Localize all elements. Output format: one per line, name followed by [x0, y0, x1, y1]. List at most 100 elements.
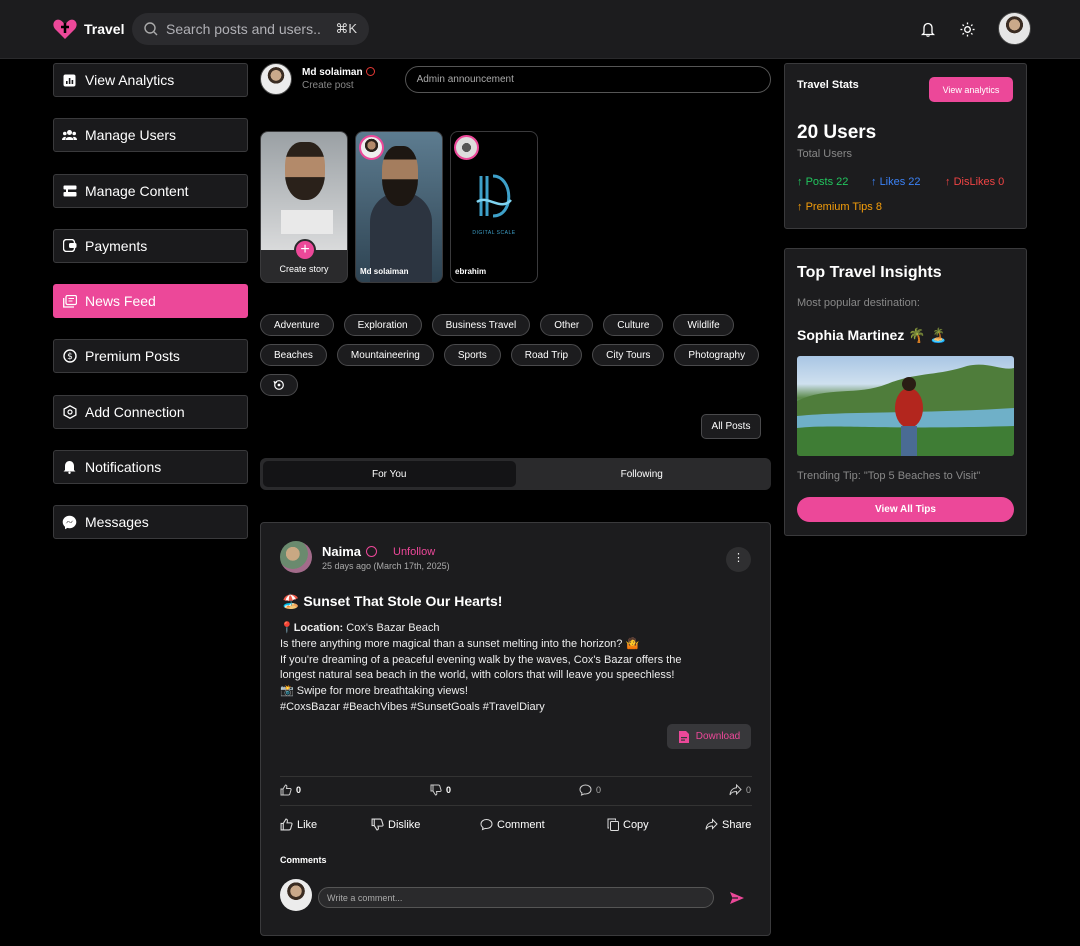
trending-tip: Trending Tip: "Top 5 Beaches to Visit"	[797, 470, 981, 482]
sidebar-item-label: Manage Content	[85, 182, 189, 199]
tag-chip[interactable]: Mountaineering	[336, 344, 434, 366]
share-button[interactable]: Share	[705, 818, 751, 831]
post-hashtags: #CoxsBazar #BeachVibes #SunsetGoals #Tra…	[280, 700, 545, 713]
sidebar-item-manage-users[interactable]: Manage Users	[53, 118, 248, 153]
tag-chip[interactable]: Business Travel	[431, 314, 531, 336]
share-count: 0	[729, 784, 751, 796]
notifications-button[interactable]	[918, 19, 938, 39]
copy-icon	[607, 818, 619, 831]
sidebar-item-messages[interactable]: Messages	[53, 505, 248, 540]
unfollow-button[interactable]: Unfollow	[393, 546, 435, 558]
users-icon	[62, 128, 77, 143]
sidebar: View Analytics Manage Users Manage Conte…	[53, 63, 248, 561]
tag-chip[interactable]: Adventure	[260, 314, 334, 336]
connection-icon	[62, 404, 77, 419]
copy-label: Copy	[623, 818, 649, 831]
sidebar-item-label: Add Connection	[85, 403, 185, 420]
tag-chip[interactable]: Sports	[443, 344, 501, 366]
sidebar-item-label: Messages	[85, 514, 149, 531]
tag-chip[interactable]: Beaches	[260, 344, 327, 366]
top-bar: Travel ⌘K	[0, 0, 1080, 59]
send-icon[interactable]	[729, 890, 745, 906]
content-icon	[62, 183, 77, 198]
sidebar-item-premium-posts[interactable]: $ Premium Posts	[53, 339, 248, 374]
story-card[interactable]: Md solaiman	[355, 131, 443, 283]
search-shortcut: ⌘K	[335, 21, 357, 36]
search-input[interactable]	[166, 21, 328, 37]
dislike-label: Dislike	[388, 818, 421, 831]
tag-chip[interactable]: Exploration	[343, 314, 422, 336]
post-actions: Like Dislike Comment Copy Share	[280, 816, 752, 836]
newsfeed-icon	[62, 294, 77, 309]
thumbs-up-icon	[280, 818, 293, 831]
plus-icon[interactable]: +	[294, 239, 316, 261]
like-count: 0	[280, 784, 301, 796]
app-logo[interactable]: Travel	[52, 16, 124, 42]
bell-icon	[62, 460, 77, 475]
composer-name: Md solaiman	[302, 67, 363, 78]
likes-stat: ↑ Likes 22	[871, 176, 921, 188]
pin-icon: 📍	[280, 622, 294, 634]
post-author-name[interactable]: Naima	[322, 544, 378, 559]
sidebar-item-label: View Analytics	[85, 72, 175, 88]
sidebar-item-manage-content[interactable]: Manage Content	[53, 173, 248, 208]
more-options-button[interactable]: ⋮	[726, 547, 751, 572]
announcement-input[interactable]: Admin announcement	[404, 65, 771, 93]
comments-heading: Comments	[280, 855, 327, 865]
pdf-icon	[678, 730, 689, 743]
search-bar[interactable]: ⌘K	[132, 13, 369, 45]
tag-chip[interactable]: Culture	[603, 314, 664, 336]
story-card[interactable]: DIGITAL SCALE ebrahim	[450, 131, 538, 283]
view-all-tips-button[interactable]: View All Tips	[797, 497, 1014, 522]
sidebar-item-view-analytics[interactable]: View Analytics	[53, 63, 248, 97]
view-analytics-button[interactable]: View analytics	[929, 77, 1013, 102]
travel-stats-card: Travel Stats View analytics 20 Users Tot…	[784, 63, 1027, 229]
like-button[interactable]: Like	[280, 818, 317, 831]
stats-title: Travel Stats	[797, 79, 859, 91]
verified-icon	[366, 546, 378, 557]
travel-insights-card: Top Travel Insights Most popular destina…	[784, 248, 1027, 536]
feed-tabs: For You Following	[260, 458, 771, 490]
post-author-avatar[interactable]	[280, 541, 312, 573]
tag-chip[interactable]: Photography	[674, 344, 760, 366]
users-sub-label: Total Users	[797, 148, 853, 160]
comment-input[interactable]: Write a comment...	[318, 887, 714, 908]
post-card: Naima Unfollow 25 days ago (March 17th, …	[260, 522, 771, 936]
comment-icon	[480, 818, 493, 831]
tab-following[interactable]: Following	[516, 461, 769, 487]
post-timestamp: 25 days ago (March 17th, 2025)	[322, 561, 450, 571]
tag-chip[interactable]: Road Trip	[510, 344, 583, 366]
reset-icon	[273, 380, 284, 390]
tab-for-you[interactable]: For You	[263, 461, 516, 487]
thumbs-down-icon	[371, 818, 384, 831]
arrow-up-icon: ↑	[945, 176, 954, 188]
tag-chip[interactable]: City Tours	[592, 344, 665, 366]
dislike-button[interactable]: Dislike	[371, 818, 420, 831]
sidebar-item-label: News Feed	[85, 293, 156, 310]
tag-chip[interactable]: Other	[540, 314, 594, 336]
thumbs-down-icon	[430, 784, 442, 796]
create-story-card[interactable]: + Create story	[260, 131, 348, 283]
bell-icon	[921, 22, 935, 37]
reset-filter-button[interactable]	[260, 374, 298, 396]
theme-toggle-button[interactable]	[957, 19, 977, 39]
comment-button[interactable]: Comment	[480, 818, 545, 831]
messenger-icon	[62, 515, 77, 530]
all-posts-button[interactable]: All Posts	[701, 414, 761, 439]
posts-stat: ↑ Posts 22	[797, 176, 849, 188]
arrow-up-icon: ↑	[797, 201, 806, 213]
sidebar-item-payments[interactable]: Payments	[53, 228, 248, 263]
stories-row: + Create story Md solaiman DIGITAL SCALE…	[260, 131, 538, 283]
user-avatar[interactable]	[998, 12, 1031, 45]
post-body-line: If you're dreaming of a peaceful evening…	[280, 653, 682, 666]
tag-chip[interactable]: Wildlife	[673, 314, 734, 336]
sidebar-item-notifications[interactable]: Notifications	[53, 450, 248, 485]
copy-button[interactable]: Copy	[607, 818, 649, 831]
create-post-link[interactable]: Create post	[302, 80, 354, 91]
sidebar-item-news-feed[interactable]: News Feed	[53, 284, 248, 319]
post-body-line: Is there anything more magical than a su…	[280, 637, 640, 650]
download-button[interactable]: Download	[667, 724, 751, 749]
sidebar-item-add-connection[interactable]: Add Connection	[53, 394, 248, 429]
comment-icon	[579, 784, 592, 796]
story-photo	[261, 132, 347, 250]
